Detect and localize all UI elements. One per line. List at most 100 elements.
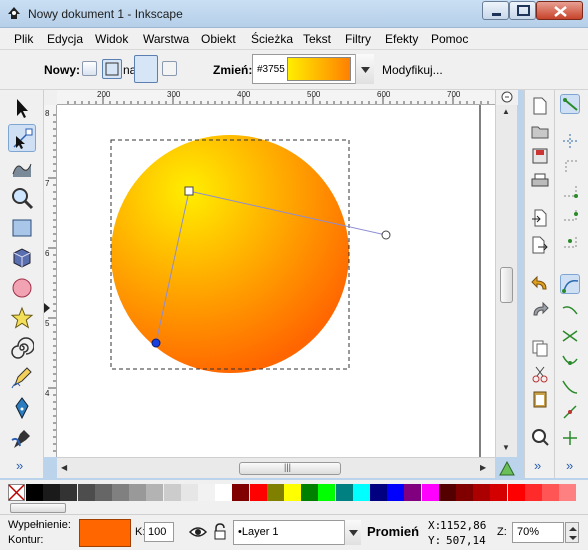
menu-filtry[interactable]: Filtry — [345, 32, 371, 46]
menu-warstwa[interactable]: Warstwa — [143, 32, 189, 46]
snap-bbox-edge-button[interactable] — [560, 155, 580, 175]
palette-scrollbar[interactable] — [0, 502, 588, 514]
cut-button[interactable] — [530, 364, 550, 384]
gradient-center-handle[interactable] — [184, 186, 194, 196]
zoom-field[interactable]: 70% — [512, 522, 564, 543]
fill-indicator[interactable] — [79, 519, 131, 547]
palette-swatch[interactable] — [266, 484, 284, 501]
snap-bbox-midpoint-button[interactable] — [560, 204, 580, 224]
snap-midpoint-button[interactable] — [560, 377, 580, 397]
snap-center-button[interactable] — [560, 402, 580, 422]
snap-paths-button[interactable] — [560, 300, 580, 320]
color-manage-button[interactable] — [497, 459, 517, 478]
palette-swatch[interactable] — [490, 484, 508, 501]
tool-box-3d[interactable] — [8, 244, 36, 272]
palette-swatch[interactable] — [180, 484, 198, 501]
snap-more-button[interactable]: » — [566, 458, 573, 473]
drawing-canvas[interactable] — [57, 105, 495, 457]
tool-rectangle[interactable] — [8, 214, 36, 242]
menu-sciezka[interactable]: Ścieżka — [251, 32, 293, 46]
layer-dropdown-button[interactable] — [344, 520, 361, 545]
menu-efekty[interactable]: Efekty — [385, 32, 418, 46]
linear-gradient-button[interactable] — [82, 61, 97, 76]
radial-gradient-button[interactable] — [102, 59, 122, 79]
zoom-spinner[interactable] — [565, 522, 579, 543]
tool-star[interactable] — [8, 304, 36, 332]
palette-swatch[interactable] — [438, 484, 456, 501]
palette-swatch[interactable] — [473, 484, 491, 501]
stroke-target-button[interactable] — [162, 61, 177, 76]
palette-swatch[interactable] — [163, 484, 181, 501]
palette-scroll-thumb[interactable] — [10, 503, 66, 513]
gradient-radius-handle-selected[interactable] — [151, 338, 161, 348]
scroll-right-icon[interactable]: ▶ — [480, 463, 486, 472]
print-button[interactable] — [530, 171, 550, 191]
export-button[interactable] — [530, 235, 550, 255]
snap-toggle-button[interactable] — [560, 94, 580, 114]
palette-swatch[interactable] — [43, 484, 61, 501]
tool-pen[interactable] — [8, 394, 36, 422]
undo-button[interactable] — [530, 274, 550, 294]
gradient-radius-handle[interactable] — [381, 230, 391, 240]
snap-bbox-button[interactable] — [560, 131, 580, 151]
palette-swatch[interactable] — [559, 484, 577, 501]
redo-button[interactable] — [530, 300, 550, 320]
palette-swatch[interactable] — [284, 484, 301, 501]
import-button[interactable] — [530, 208, 550, 228]
menu-edycja[interactable]: Edycja — [47, 32, 83, 46]
open-button[interactable] — [530, 121, 550, 141]
scroll-down-icon[interactable]: ▼ — [502, 443, 510, 452]
snap-smooth-node-button[interactable] — [560, 351, 580, 371]
menu-obiekt[interactable]: Obiekt — [201, 32, 236, 46]
commands-more-button[interactable]: » — [534, 458, 541, 473]
menu-widok[interactable]: Widok — [95, 32, 128, 46]
minimize-button[interactable] — [482, 1, 509, 20]
vertical-scrollbar[interactable]: ▲ ▼ — [495, 105, 517, 457]
palette-swatch[interactable] — [301, 484, 319, 501]
palette-swatch[interactable] — [404, 484, 422, 501]
copy-button[interactable] — [530, 338, 550, 358]
tool-tweak[interactable] — [8, 154, 36, 182]
edit-gradient-button[interactable]: Modyfikuj... — [382, 63, 443, 77]
tool-spiral[interactable] — [8, 334, 36, 362]
palette-swatch[interactable] — [146, 484, 164, 501]
palette-swatch[interactable] — [129, 484, 147, 501]
palette-swatch[interactable] — [60, 484, 78, 501]
gradient-circle[interactable] — [111, 135, 349, 373]
palette-swatch[interactable] — [232, 484, 250, 501]
zoom-correction-button[interactable] — [496, 90, 518, 105]
snap-nodes-button[interactable] — [560, 274, 580, 294]
palette-swatch[interactable] — [456, 484, 473, 501]
palette-swatch[interactable] — [215, 484, 233, 501]
palette-swatch[interactable] — [352, 484, 370, 501]
tool-node-editor[interactable] — [8, 124, 36, 152]
no-paint-swatch[interactable] — [8, 484, 25, 501]
tool-calligraphy[interactable] — [8, 424, 36, 452]
menu-plik[interactable]: Plik — [14, 32, 33, 46]
tool-zoom[interactable] — [8, 184, 36, 212]
palette-swatch[interactable] — [507, 484, 525, 501]
toggle-visibility-button[interactable] — [188, 522, 208, 542]
gradient-dropdown-button[interactable] — [355, 54, 374, 84]
menu-tekst[interactable]: Tekst — [303, 32, 331, 46]
scroll-left-icon[interactable]: ◀ — [61, 463, 67, 472]
palette-swatch[interactable] — [335, 484, 353, 501]
tool-selector[interactable] — [8, 94, 36, 122]
horizontal-scrollbar[interactable]: ◀ ||| ▶ — [57, 457, 495, 478]
palette-swatch[interactable] — [94, 484, 112, 501]
palette-swatch[interactable] — [77, 484, 95, 501]
palette-swatch[interactable] — [112, 484, 129, 501]
vertical-scroll-thumb[interactable] — [500, 267, 513, 303]
snap-bbox-corner-button[interactable] — [560, 180, 580, 200]
tool-pencil[interactable] — [8, 364, 36, 392]
close-button[interactable] — [536, 1, 583, 20]
opacity-field[interactable]: 100 — [144, 522, 174, 542]
menu-pomoc[interactable]: Pomoc — [431, 32, 468, 46]
palette-swatch[interactable] — [421, 484, 439, 501]
toggle-lock-button[interactable] — [212, 522, 228, 542]
zoom-selection-button[interactable] — [530, 427, 550, 447]
save-button[interactable] — [530, 146, 550, 166]
snap-intersection-button[interactable] — [560, 326, 580, 346]
maximize-button[interactable] — [509, 1, 536, 20]
fill-target-button[interactable] — [134, 55, 158, 83]
